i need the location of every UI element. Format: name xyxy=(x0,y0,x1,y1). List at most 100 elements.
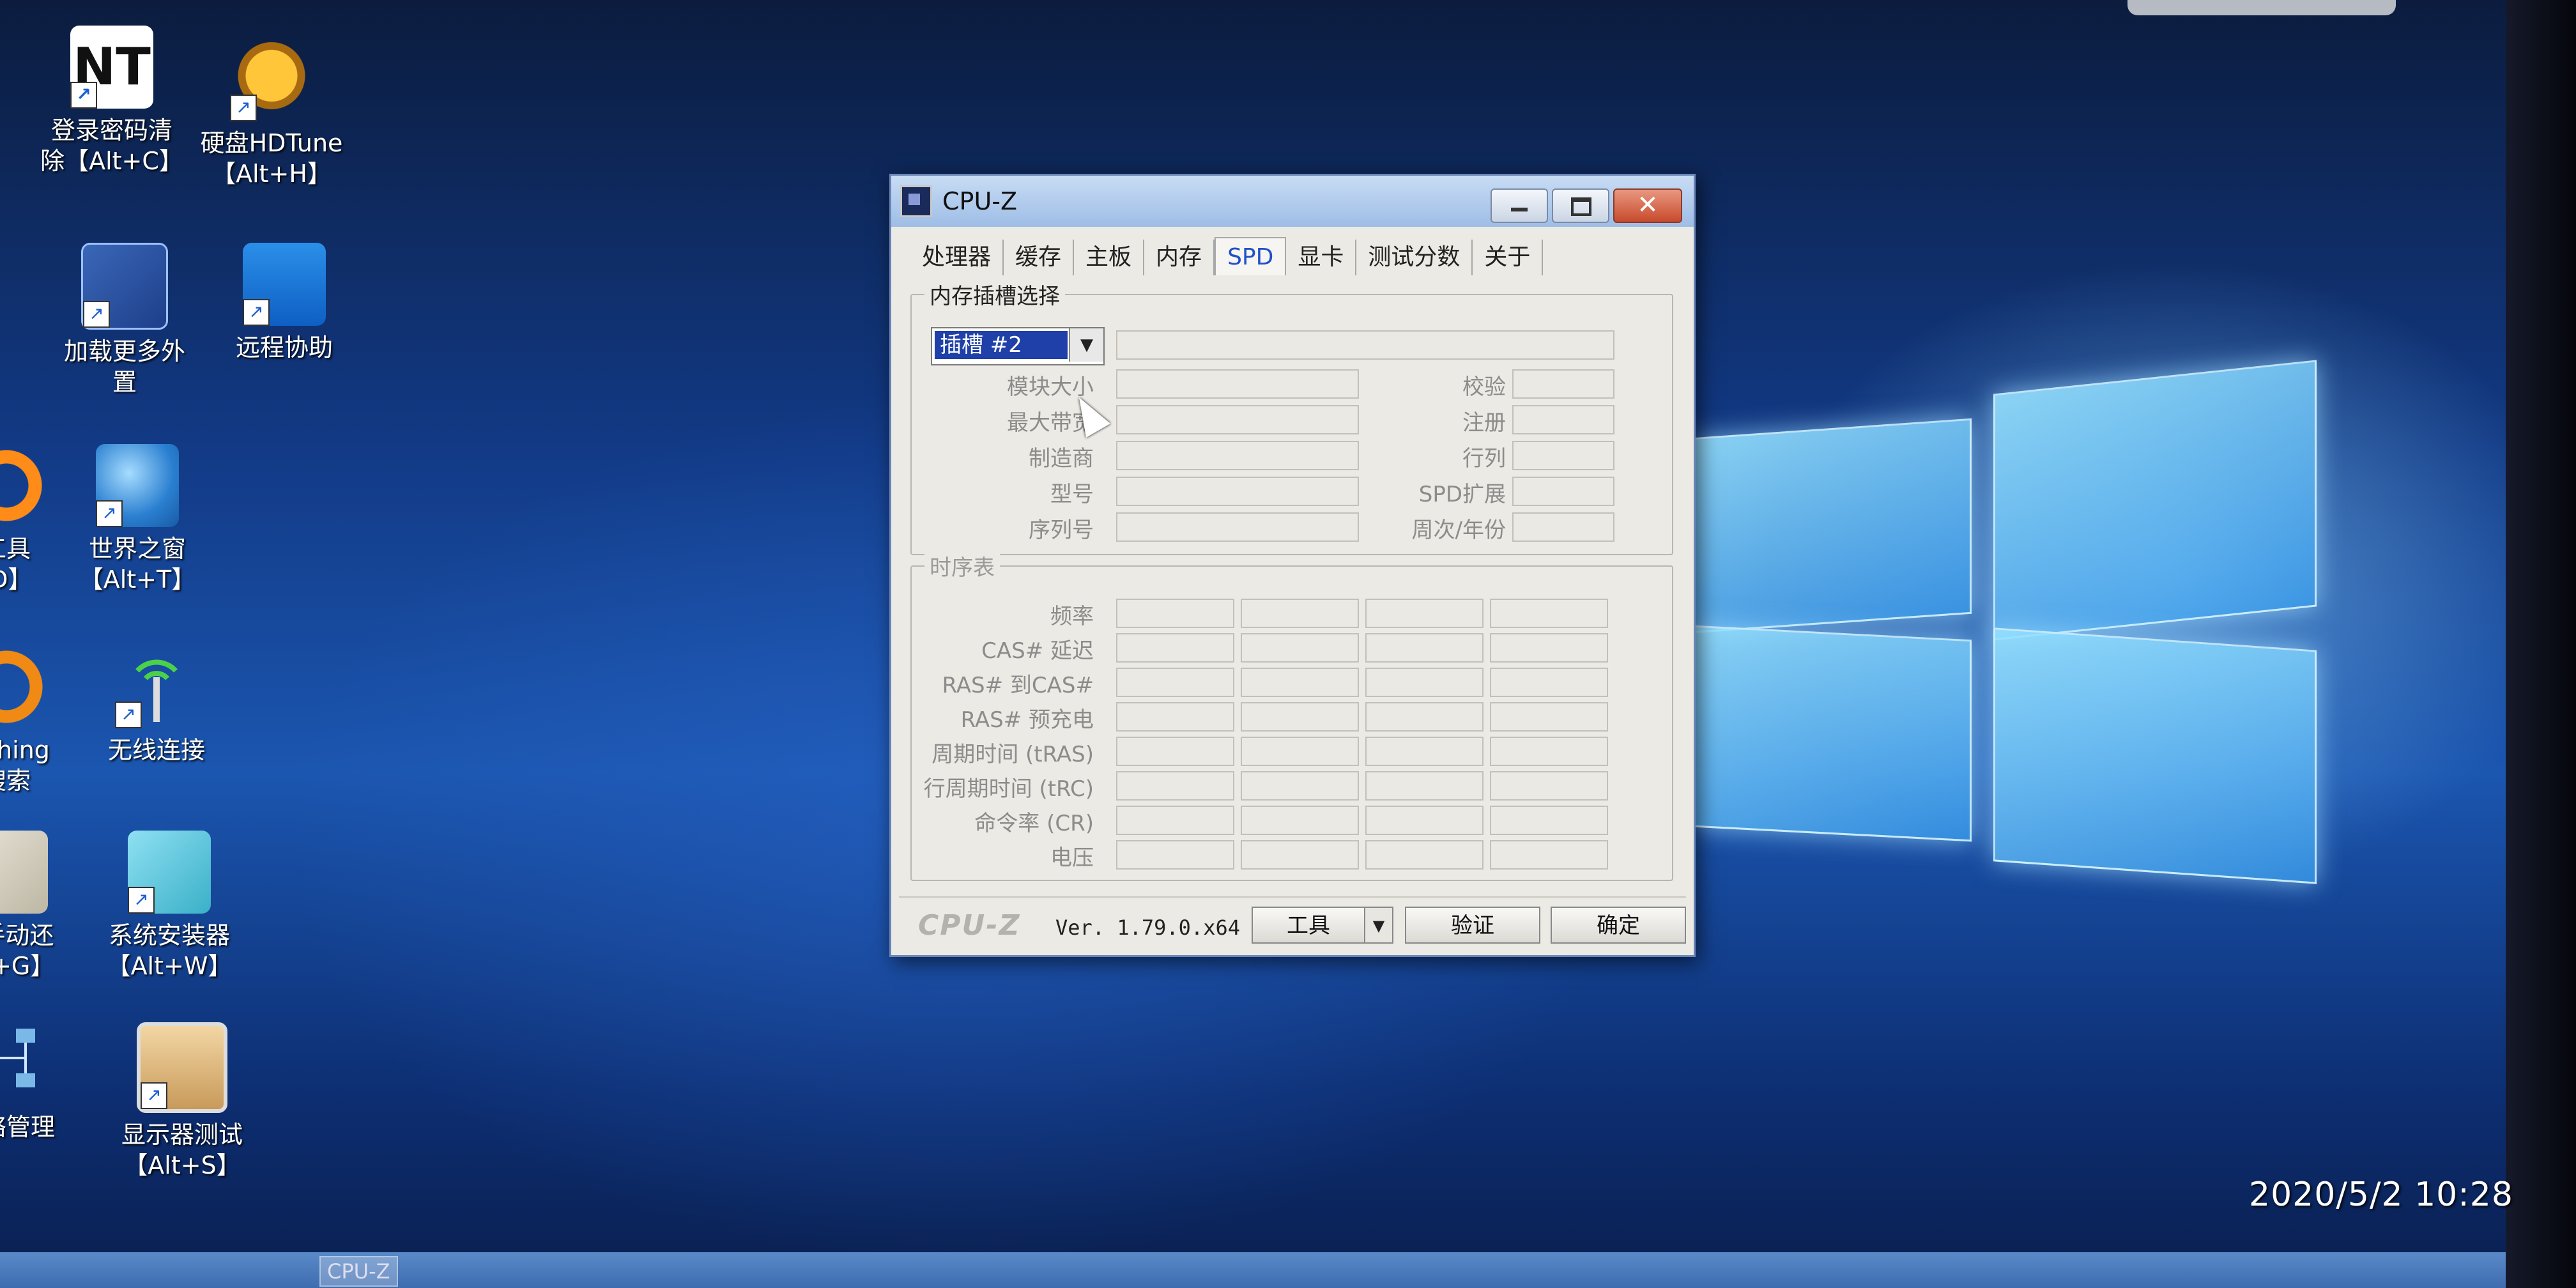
desktop-icon-system-installer[interactable]: ↗ 系统安装器 【Alt+W】 xyxy=(86,831,252,981)
chevron-down-icon[interactable]: ▼ xyxy=(1364,907,1393,944)
field-label: 注册 xyxy=(1462,410,1506,436)
desktop-icon-hdtune[interactable]: ↗ 硬盘HDTune 【Alt+H】 xyxy=(188,38,355,189)
desktop-icon-ghost-restore[interactable]: st手动还 Alt+G】 xyxy=(0,831,89,981)
shortcut-arrow-icon: ↗ xyxy=(141,1082,167,1109)
timing-cell xyxy=(1365,633,1483,663)
tab-processor[interactable]: 处理器 xyxy=(910,240,1004,275)
taskbar-cpuz[interactable]: CPU-Z xyxy=(319,1256,398,1287)
timing-row-label: 行周期时间 (tRC) xyxy=(923,776,1094,802)
field-label: 制造商 xyxy=(1029,446,1094,471)
teamviewer-icon: ↗ xyxy=(243,243,326,326)
timing-cell xyxy=(1241,771,1359,801)
field-label: 行列 xyxy=(1462,446,1506,471)
desktop-icon-everything[interactable]: rything 搜索 xyxy=(0,645,89,796)
nt-password-icon: NT ↗ xyxy=(70,26,153,109)
screen-glare xyxy=(2128,0,2396,15)
timings-group: 时序表 频率 CAS# 延迟 RAS# 到CAS# RAS# 预充电 周期时间 (tRA… xyxy=(910,550,1673,881)
timing-row-label: 命令率 (CR) xyxy=(974,811,1094,836)
expand-arrows-icon: ↗ xyxy=(81,243,168,330)
week-year-field xyxy=(1512,512,1614,542)
timing-row-label: 频率 xyxy=(1050,604,1094,629)
part-number-field xyxy=(1116,477,1359,506)
desktop-icon-partition-tool[interactable]: 工具 -D】 xyxy=(0,444,89,595)
spd-ext-field xyxy=(1512,477,1614,506)
field-label: SPD扩展 xyxy=(1418,482,1506,507)
timing-cell xyxy=(1365,668,1483,697)
tab-cache[interactable]: 缓存 xyxy=(1004,240,1075,275)
validate-button[interactable]: 验证 xyxy=(1405,907,1540,944)
desktop-icon-load-external[interactable]: ↗ 加载更多外 置 xyxy=(42,243,208,397)
timing-cell xyxy=(1490,702,1608,732)
timing-cell xyxy=(1241,737,1359,766)
slot-dropdown-value: 插槽 #2 xyxy=(935,331,1068,359)
timing-cell xyxy=(1116,771,1234,801)
tab-mainboard[interactable]: 主板 xyxy=(1074,240,1145,275)
taskbar: CPU-Z xyxy=(0,1252,2506,1288)
globe-icon: ↗ xyxy=(96,444,179,527)
timing-row-label: CAS# 延迟 xyxy=(981,638,1094,664)
field-label: 序列号 xyxy=(1029,518,1094,543)
timing-cell xyxy=(1490,771,1608,801)
memory-slot-group: 内存插槽选择 插槽 #2 ▼ 模块大小 最大带宽 制造商 型号 序列号 校验 注… xyxy=(910,279,1673,555)
timing-cell xyxy=(1116,840,1234,870)
window-titlebar[interactable]: CPU-Z ✕ xyxy=(891,176,1694,227)
timing-cell xyxy=(1241,840,1359,870)
desktop-icon-wireless[interactable]: ↗ 无线连接 xyxy=(73,645,240,765)
registered-field xyxy=(1512,405,1614,434)
timing-cell xyxy=(1116,806,1234,835)
slot-dropdown[interactable]: 插槽 #2 ▼ xyxy=(931,327,1105,365)
desktop-icon-password-clear[interactable]: NT ↗ 登录密码清 除【Alt+C】 xyxy=(29,26,195,176)
maximize-button[interactable] xyxy=(1552,188,1609,223)
minimize-button[interactable] xyxy=(1491,188,1548,223)
timing-cell xyxy=(1490,806,1608,835)
field-label: 校验 xyxy=(1462,374,1506,400)
ok-button[interactable]: 确定 xyxy=(1551,907,1686,944)
timing-cell xyxy=(1116,599,1234,628)
close-button[interactable]: ✕ xyxy=(1613,188,1682,223)
logo-pane xyxy=(1693,418,1972,634)
timing-row-label: RAS# 预充电 xyxy=(960,707,1094,733)
logo-pane xyxy=(1993,627,2317,884)
timing-cell xyxy=(1365,702,1483,732)
timing-cell xyxy=(1241,633,1359,663)
correction-field xyxy=(1512,369,1614,399)
tab-bar: 处理器 缓存 主板 内存 SPD 显卡 测试分数 关于 xyxy=(910,237,1544,275)
timing-cell xyxy=(1365,806,1483,835)
logo-pane xyxy=(1693,625,1972,842)
desktop-icon-monitor-test[interactable]: ↗ 显示器测试 【Alt+S】 xyxy=(99,1022,265,1181)
timing-row-label: RAS# 到CAS# xyxy=(942,673,1094,698)
timing-cell xyxy=(1241,599,1359,628)
window-footer: CPU-Z Ver. 1.79.0.x64 工具 ▼ 验证 确定 xyxy=(899,896,1686,949)
timing-cell xyxy=(1241,668,1359,697)
timing-cell xyxy=(1490,599,1608,628)
shortcut-arrow-icon: ↗ xyxy=(83,301,110,328)
logo-pane xyxy=(1993,360,2317,641)
hard-disk-icon: ↗ xyxy=(230,38,313,121)
timings-group-legend: 时序表 xyxy=(924,550,1000,581)
tools-button[interactable]: 工具 xyxy=(1252,907,1365,944)
shortcut-arrow-icon: ↗ xyxy=(128,887,155,914)
chevron-down-icon[interactable]: ▼ xyxy=(1069,328,1103,362)
network-icon xyxy=(0,1022,48,1105)
desktop-icon-network-manager[interactable]: 网络管理 xyxy=(0,1022,89,1142)
cpuz-brand-logo: CPU-Z xyxy=(918,909,1021,942)
ghost-icon xyxy=(0,831,48,914)
timing-cell xyxy=(1116,633,1234,663)
version-text: Ver. 1.79.0.x64 xyxy=(1055,916,1240,940)
tab-about[interactable]: 关于 xyxy=(1473,240,1544,275)
timing-cell xyxy=(1241,806,1359,835)
tab-memory[interactable]: 内存 xyxy=(1144,240,1215,275)
module-type-field xyxy=(1116,330,1614,360)
desktop-icon-remote-assist[interactable]: ↗ 远程协助 xyxy=(201,243,367,363)
tab-spd[interactable]: SPD xyxy=(1215,237,1287,275)
timing-row-label: 电压 xyxy=(1050,845,1094,871)
partition-tool-icon xyxy=(0,444,48,527)
installer-icon: ↗ xyxy=(128,831,211,914)
field-label: 周次/年份 xyxy=(1411,518,1506,543)
timing-cell xyxy=(1365,599,1483,628)
tab-graphics[interactable]: 显卡 xyxy=(1286,240,1357,275)
cpuz-window: CPU-Z ✕ 处理器 缓存 主板 内存 SPD 显卡 测试分数 关于 内存插槽… xyxy=(889,174,1696,957)
tab-bench[interactable]: 测试分数 xyxy=(1356,240,1473,275)
serial-number-field xyxy=(1116,512,1359,542)
module-size-field xyxy=(1116,369,1359,399)
